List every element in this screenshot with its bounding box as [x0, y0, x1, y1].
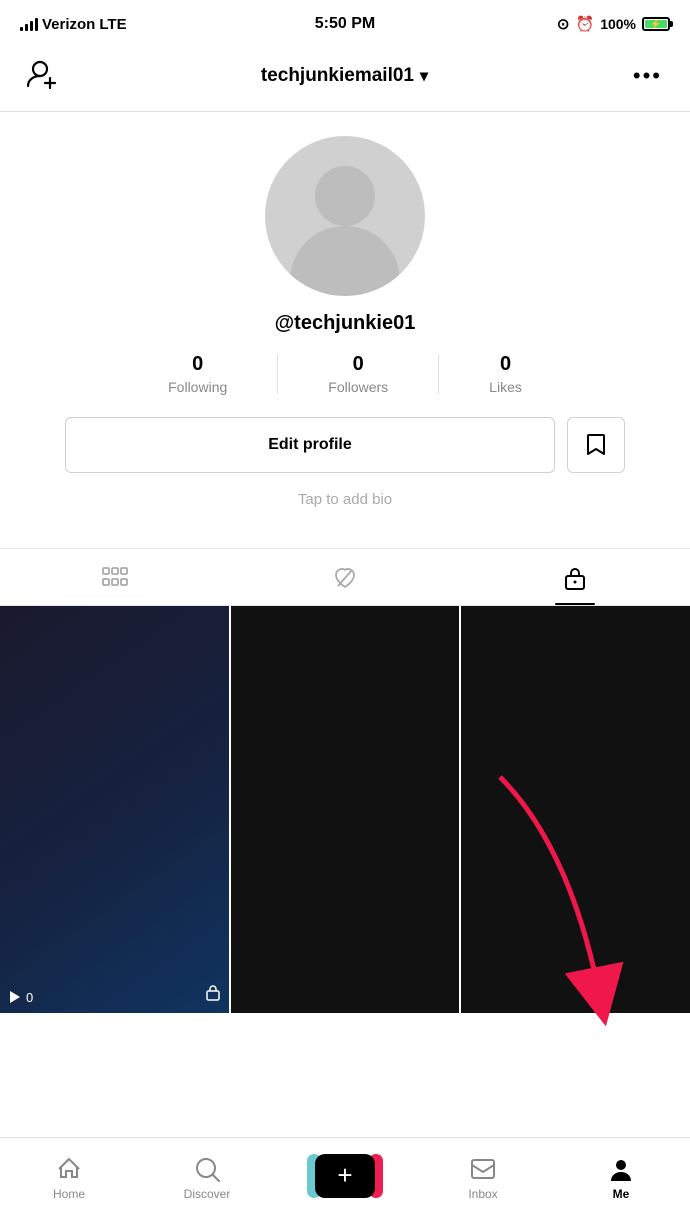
nav-home-label: Home — [53, 1187, 85, 1201]
nav-inbox-button[interactable]: Inbox — [414, 1155, 552, 1201]
lock-icon-small — [205, 983, 221, 1001]
nav-home-button[interactable]: Home — [0, 1155, 138, 1201]
bio-placeholder[interactable]: Tap to add bio — [298, 491, 392, 508]
liked-tab[interactable] — [230, 549, 460, 605]
nav-create-button[interactable]: + — [276, 1154, 414, 1202]
avatar-body — [290, 226, 400, 296]
followers-label: Followers — [328, 379, 388, 395]
grid-icon — [102, 567, 128, 589]
username-dropdown-button[interactable]: techjunkiemail01 ▾ — [261, 65, 428, 87]
likes-stat[interactable]: 0 Likes — [439, 353, 572, 395]
followers-count: 0 — [353, 353, 364, 376]
following-count: 0 — [192, 353, 203, 376]
status-time: 5:50 PM — [315, 15, 375, 33]
following-stat[interactable]: 0 Following — [118, 353, 277, 395]
more-options-button[interactable]: ••• — [625, 59, 670, 93]
status-bar: Verizon LTE 5:50 PM ⊙ ⏰ 100% ⚡ — [0, 0, 690, 44]
stats-row: 0 Following 0 Followers 0 Likes — [20, 353, 670, 395]
avatar-head — [315, 166, 375, 226]
nav-discover-button[interactable]: Discover — [138, 1155, 276, 1201]
video-thumbnail-2 — [231, 606, 460, 1013]
add-user-icon — [24, 56, 60, 92]
bookmark-button[interactable] — [567, 417, 625, 473]
videos-tab[interactable] — [0, 549, 230, 605]
signal-bar-4 — [35, 18, 38, 31]
content-tabs — [0, 548, 690, 606]
video-thumbnail-3 — [461, 606, 690, 1013]
signal-bar-2 — [25, 24, 28, 31]
nav-me-button[interactable]: Me — [552, 1155, 690, 1201]
signal-bars — [20, 17, 38, 31]
inbox-icon — [469, 1155, 497, 1183]
video-lock-icon — [205, 983, 221, 1005]
add-user-button[interactable] — [20, 52, 64, 99]
battery-percent: 100% — [600, 16, 636, 32]
video-thumbnail-1[interactable]: 0 — [0, 606, 229, 1013]
nav-discover-label: Discover — [184, 1187, 231, 1201]
home-icon — [55, 1155, 83, 1183]
nav-me-label: Me — [613, 1187, 630, 1201]
carrier-label: Verizon — [42, 16, 95, 33]
me-icon — [607, 1155, 635, 1183]
user-handle: @techjunkie01 — [275, 312, 416, 335]
more-dots-icon: ••• — [633, 63, 662, 88]
status-left: Verizon LTE — [20, 16, 127, 33]
network-label: LTE — [99, 16, 126, 33]
content-area: 0 — [0, 606, 690, 1013]
dropdown-chevron-icon: ▾ — [420, 66, 428, 86]
lock-tab-icon — [563, 565, 587, 591]
following-label: Following — [168, 379, 227, 395]
video-grid: 0 — [0, 606, 690, 1013]
battery-bolt-icon: ⚡ — [650, 19, 661, 30]
play-icon — [8, 990, 22, 1004]
bottom-nav: Home Discover + Inbox Me — [0, 1137, 690, 1227]
edit-profile-button[interactable]: Edit profile — [65, 417, 555, 473]
create-plus-button: + — [315, 1154, 375, 1198]
play-count-1: 0 — [8, 990, 33, 1005]
battery-indicator: ⚡ — [642, 17, 670, 31]
username-label: techjunkiemail01 — [261, 65, 414, 87]
battery-fill: ⚡ — [645, 20, 667, 28]
status-right: ⊙ ⏰ 100% ⚡ — [557, 15, 670, 33]
avatar[interactable] — [265, 136, 425, 296]
plus-inner: + — [315, 1154, 375, 1198]
discover-icon — [193, 1155, 221, 1183]
liked-icon — [332, 566, 358, 590]
alarm-icon: ⏰ — [576, 15, 595, 33]
signal-bar-3 — [30, 21, 33, 31]
nav-inbox-label: Inbox — [468, 1187, 497, 1201]
signal-bar-1 — [20, 27, 23, 31]
private-tab[interactable] — [460, 549, 690, 605]
profile-section: @techjunkie01 0 Following 0 Followers 0 … — [0, 112, 690, 538]
action-buttons: Edit profile — [65, 417, 625, 473]
likes-count: 0 — [500, 353, 511, 376]
likes-label: Likes — [489, 379, 522, 395]
top-nav: techjunkiemail01 ▾ ••• — [0, 44, 690, 112]
bookmark-icon — [583, 431, 609, 459]
lock-icon: ⊙ — [557, 15, 570, 33]
followers-stat[interactable]: 0 Followers — [278, 353, 438, 395]
